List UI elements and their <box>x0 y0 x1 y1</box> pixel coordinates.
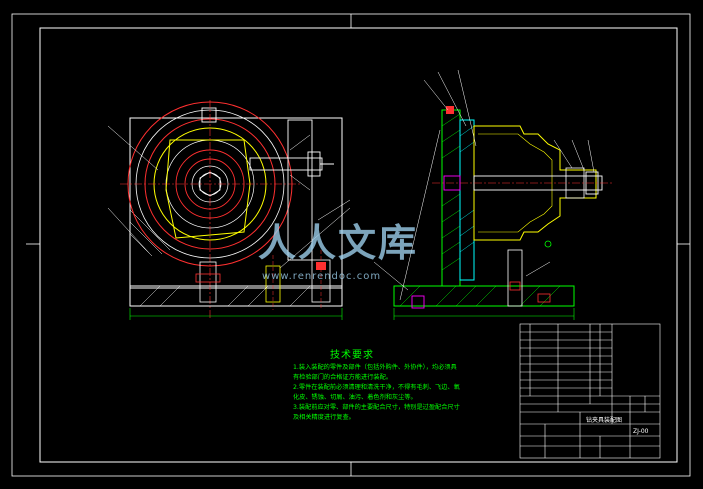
base-plate <box>129 285 343 307</box>
requirement-line-6: 及相关精度进行复查。 <box>293 414 355 421</box>
top-pin-red <box>446 106 454 114</box>
requirement-line-2: 有检验部门的合格证方能进行装配。 <box>293 374 392 381</box>
clamp-knob <box>307 151 321 177</box>
technical-requirements-title: 技术要求 <box>330 350 374 361</box>
bushing-plate <box>459 119 475 281</box>
bushing-hatching <box>459 125 475 253</box>
workpiece-yellow <box>165 139 251 239</box>
requirement-line-3: 2.零件在装配前必须清理和清洗干净，不得有毛刺、飞边、氧 <box>293 384 460 391</box>
title-block <box>519 323 661 459</box>
drawing-name: 钻夹具装配图 <box>586 417 623 424</box>
hatching-left <box>129 209 171 257</box>
base-hatching <box>139 285 311 307</box>
watermark-logo: 人人文库 <box>258 220 419 265</box>
drawing-number: ZJ-00 <box>633 428 649 435</box>
watermark-url: www.renrendoc.com <box>262 271 382 282</box>
side-view <box>373 69 614 320</box>
clamp-hatching <box>289 134 311 191</box>
green-locator <box>544 240 552 248</box>
pillar <box>507 249 523 307</box>
requirement-line-1: 1.装入装配的零件及部件（包括外购件、外协件），均必须具 <box>293 364 457 371</box>
plate-hatching <box>441 113 461 271</box>
front-view <box>107 100 351 320</box>
requirement-line-5: 3.装配前应对零、部件的主要配合尺寸，特别是过盈配合尺寸 <box>293 404 460 411</box>
requirement-line-4: 化皮、锈蚀、切屑、油污、着色剂和灰尘等。 <box>293 394 417 401</box>
